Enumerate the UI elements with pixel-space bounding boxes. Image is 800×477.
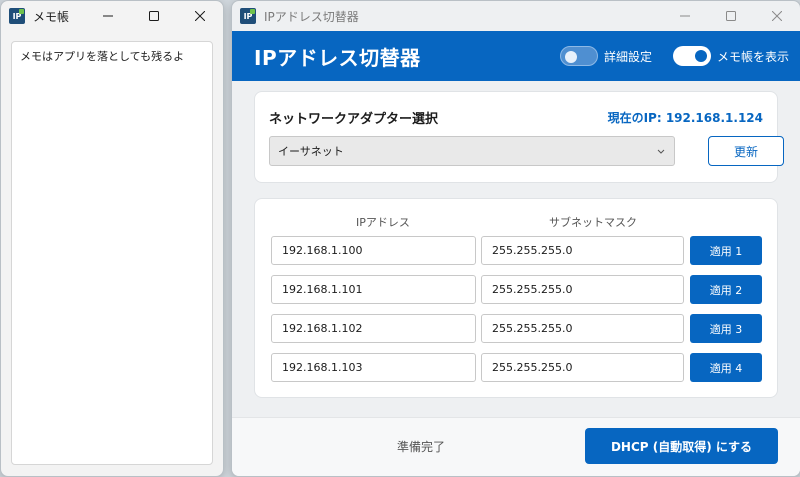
apply-button-3[interactable]: 適用 3 bbox=[690, 314, 762, 343]
ip-address-input[interactable]: 192.168.1.102 bbox=[271, 314, 476, 343]
adapter-select-value: イーサネット bbox=[278, 145, 344, 158]
chevron-down-icon bbox=[657, 149, 665, 154]
subnet-mask-input[interactable]: 255.255.255.0 bbox=[481, 236, 684, 265]
ip-address-input[interactable]: 192.168.1.101 bbox=[271, 275, 476, 304]
close-icon[interactable] bbox=[177, 1, 223, 31]
close-icon[interactable] bbox=[754, 1, 800, 31]
apply-button-4[interactable]: 適用 4 bbox=[690, 353, 762, 382]
minimize-icon[interactable] bbox=[662, 1, 708, 31]
show-memo-label: メモ帳を表示 bbox=[717, 49, 790, 64]
status-text: 準備完了 bbox=[397, 440, 446, 454]
ip-window-title: IPアドレス切替器 bbox=[264, 9, 359, 24]
adapter-card: ネットワークアダプター選択 現在のIP: 192.168.1.124 イーサネッ… bbox=[254, 91, 784, 183]
memo-titlebar[interactable]: IP メモ帳 bbox=[1, 1, 223, 31]
current-ip-label: 現在のIP: 192.168.1.124 bbox=[607, 111, 763, 125]
advanced-settings-toggle-group[interactable]: 詳細設定 bbox=[560, 46, 652, 66]
ip-switcher-window: IP IPアドレス切替器 IPアドレス切替器 詳細設定 メモ帳を表示 ネットワー… bbox=[231, 0, 800, 477]
maximize-icon[interactable] bbox=[708, 1, 754, 31]
refresh-button[interactable]: 更新 bbox=[708, 136, 784, 166]
ip-column-header: IPアドレス bbox=[356, 216, 410, 229]
adapter-select[interactable]: イーサネット bbox=[269, 136, 675, 166]
page-title: IPアドレス切替器 bbox=[254, 46, 421, 70]
show-memo-toggle-group[interactable]: メモ帳を表示 bbox=[673, 46, 789, 66]
ip-list-card: IPアドレス サブネットマスク 192.168.1.100 255.255.25… bbox=[254, 198, 778, 398]
advanced-settings-toggle[interactable] bbox=[560, 46, 598, 66]
subnet-mask-input[interactable]: 255.255.255.0 bbox=[481, 314, 684, 343]
maximize-icon[interactable] bbox=[131, 1, 177, 31]
ip-app-icon: IP bbox=[240, 8, 256, 24]
subnet-mask-input[interactable]: 255.255.255.0 bbox=[481, 275, 684, 304]
memo-window-title: メモ帳 bbox=[33, 9, 70, 24]
minimize-icon[interactable] bbox=[85, 1, 131, 31]
mask-column-header: サブネットマスク bbox=[549, 216, 637, 229]
ip-address-input[interactable]: 192.168.1.103 bbox=[271, 353, 476, 382]
app-header: IPアドレス切替器 詳細設定 メモ帳を表示 bbox=[232, 31, 800, 81]
adapter-heading: ネットワークアダプター選択 bbox=[269, 112, 439, 127]
memo-window: IP メモ帳 メモはアプリを落としても残るよ bbox=[0, 0, 224, 477]
subnet-mask-input[interactable]: 255.255.255.0 bbox=[481, 353, 684, 382]
ip-address-input[interactable]: 192.168.1.100 bbox=[271, 236, 476, 265]
memo-textarea[interactable]: メモはアプリを落としても残るよ bbox=[11, 41, 213, 465]
ip-titlebar[interactable]: IP IPアドレス切替器 bbox=[232, 1, 800, 31]
apply-button-2[interactable]: 適用 2 bbox=[690, 275, 762, 304]
advanced-settings-label: 詳細設定 bbox=[604, 49, 653, 64]
footer-bar: 準備完了 DHCP (自動取得) にする bbox=[232, 417, 800, 476]
show-memo-toggle[interactable] bbox=[673, 46, 711, 66]
ip-app-icon: IP bbox=[9, 8, 25, 24]
apply-button-1[interactable]: 適用 1 bbox=[690, 236, 762, 265]
dhcp-button[interactable]: DHCP (自動取得) にする bbox=[585, 428, 778, 464]
